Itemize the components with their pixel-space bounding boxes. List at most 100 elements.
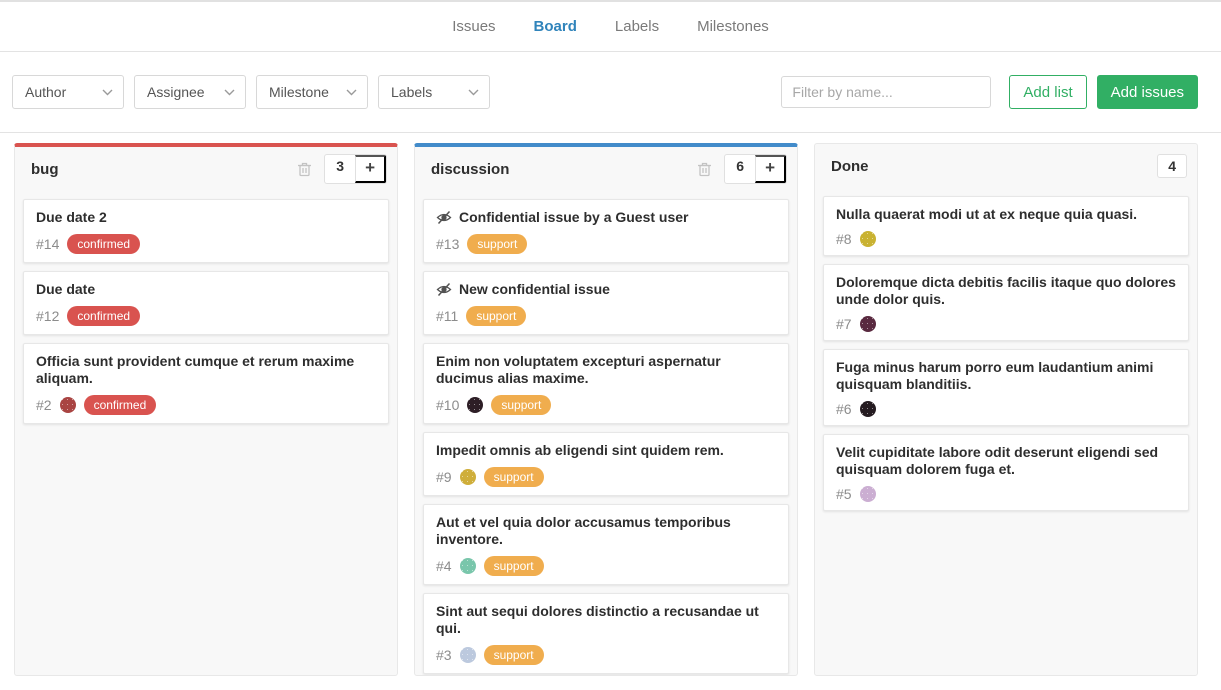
- issue-card[interactable]: Officia sunt provident cumque et rerum m…: [23, 343, 389, 424]
- assignee-avatar[interactable]: [460, 558, 476, 574]
- issue-card[interactable]: Doloremque dicta debitis facilis itaque …: [823, 264, 1189, 341]
- issue-card[interactable]: Fuga minus harum porro eum laudantium an…: [823, 349, 1189, 426]
- issue-number: #9: [436, 469, 452, 485]
- assignee-avatar[interactable]: [460, 647, 476, 663]
- card-meta: #10 support: [436, 395, 776, 415]
- issue-card[interactable]: Due date 2 #14 confirmed: [23, 199, 389, 263]
- card-meta: #6: [836, 401, 1176, 417]
- issue-number: #7: [836, 316, 852, 332]
- issue-number: #4: [436, 558, 452, 574]
- issue-title[interactable]: Nulla quaerat modi ut at ex neque quia q…: [836, 206, 1137, 223]
- milestone-filter-dropdown[interactable]: Milestone: [256, 75, 368, 109]
- list-count: 3: [325, 155, 355, 183]
- issue-title[interactable]: Aut et vel quia dolor accusamus temporib…: [436, 514, 776, 548]
- issue-card[interactable]: Sint aut sequi dolores distinctio a recu…: [423, 593, 789, 674]
- card-meta: #5: [836, 486, 1176, 502]
- card-meta: #8: [836, 231, 1176, 247]
- issue-card[interactable]: Due date #12 confirmed: [23, 271, 389, 335]
- label-badge[interactable]: support: [484, 556, 544, 576]
- list-count-control: 6 +: [724, 154, 787, 184]
- project-tabs: Issues Board Labels Milestones: [0, 0, 1221, 52]
- issue-card[interactable]: New confidential issue #11 support: [423, 271, 789, 335]
- issue-title[interactable]: Velit cupiditate labore odit deserunt el…: [836, 444, 1176, 478]
- issue-number: #6: [836, 401, 852, 417]
- assignee-filter-dropdown[interactable]: Assignee: [134, 75, 246, 109]
- issue-title[interactable]: Due date: [36, 281, 95, 298]
- chevron-down-icon: [224, 89, 235, 96]
- issue-title[interactable]: Due date 2: [36, 209, 107, 226]
- issue-number: #13: [436, 236, 459, 252]
- list-header: discussion 6 +: [415, 147, 797, 191]
- board-list: Done 4 Nulla quaerat modi ut at ex neque…: [814, 143, 1198, 676]
- assignee-avatar[interactable]: [467, 397, 483, 413]
- labels-filter-dropdown[interactable]: Labels: [378, 75, 490, 109]
- card-meta: #4 support: [436, 556, 776, 576]
- add-issues-button[interactable]: Add issues: [1097, 75, 1198, 109]
- add-card-button[interactable]: +: [355, 155, 386, 183]
- list-count-control: 4: [1157, 154, 1187, 178]
- author-filter-label: Author: [25, 84, 66, 100]
- issue-title[interactable]: Doloremque dicta debitis facilis itaque …: [836, 274, 1176, 308]
- issue-number: #12: [36, 308, 59, 324]
- issue-card[interactable]: Impedit omnis ab eligendi sint quidem re…: [423, 432, 789, 496]
- assignee-avatar[interactable]: [60, 397, 76, 413]
- filter-bar: Author Assignee Milestone Labels Add lis…: [0, 52, 1221, 133]
- label-badge[interactable]: confirmed: [67, 306, 140, 326]
- add-list-button[interactable]: Add list: [1009, 75, 1086, 109]
- confidential-icon: [436, 282, 452, 297]
- issue-title[interactable]: New confidential issue: [459, 281, 610, 298]
- issue-title[interactable]: Officia sunt provident cumque et rerum m…: [36, 353, 376, 387]
- issue-card[interactable]: Nulla quaerat modi ut at ex neque quia q…: [823, 196, 1189, 256]
- label-badge[interactable]: support: [484, 467, 544, 487]
- list-count-control: 3 +: [324, 154, 387, 184]
- confidential-icon: [436, 210, 452, 225]
- assignee-avatar[interactable]: [460, 469, 476, 485]
- label-badge[interactable]: support: [491, 395, 551, 415]
- chevron-down-icon: [346, 89, 357, 96]
- delete-list-icon[interactable]: [697, 161, 712, 177]
- filter-by-name-input[interactable]: [781, 76, 991, 108]
- issue-number: #8: [836, 231, 852, 247]
- tab-board[interactable]: Board: [534, 18, 577, 35]
- issue-card[interactable]: Enim non voluptatem excepturi aspernatur…: [423, 343, 789, 424]
- assignee-avatar[interactable]: [860, 316, 876, 332]
- issue-title[interactable]: Confidential issue by a Guest user: [459, 209, 689, 226]
- label-badge[interactable]: confirmed: [67, 234, 140, 254]
- tab-milestones[interactable]: Milestones: [697, 18, 769, 35]
- issue-number: #5: [836, 486, 852, 502]
- issue-number: #10: [436, 397, 459, 413]
- list-count: 4: [1158, 155, 1186, 177]
- label-badge[interactable]: support: [466, 306, 526, 326]
- issue-title[interactable]: Enim non voluptatem excepturi aspernatur…: [436, 353, 776, 387]
- author-filter-dropdown[interactable]: Author: [12, 75, 124, 109]
- list-header: bug 3 +: [15, 147, 397, 191]
- label-badge[interactable]: confirmed: [84, 395, 157, 415]
- card-meta: #13 support: [436, 234, 776, 254]
- assignee-avatar[interactable]: [860, 231, 876, 247]
- milestone-filter-label: Milestone: [269, 84, 329, 100]
- label-badge[interactable]: support: [484, 645, 544, 665]
- list-title: bug: [31, 161, 59, 178]
- label-badge[interactable]: support: [467, 234, 527, 254]
- list-cards: Nulla quaerat modi ut at ex neque quia q…: [815, 188, 1197, 675]
- delete-list-icon[interactable]: [297, 161, 312, 177]
- issue-number: #11: [436, 308, 458, 324]
- issue-card[interactable]: Aut et vel quia dolor accusamus temporib…: [423, 504, 789, 585]
- card-meta: #12 confirmed: [36, 306, 376, 326]
- issue-title[interactable]: Sint aut sequi dolores distinctio a recu…: [436, 603, 776, 637]
- list-cards: Due date 2 #14 confirmed Due date #12 co…: [15, 191, 397, 675]
- board-list: discussion 6 +: [414, 143, 798, 676]
- chevron-down-icon: [102, 89, 113, 96]
- issue-card[interactable]: Confidential issue by a Guest user #13 s…: [423, 199, 789, 263]
- add-card-button[interactable]: +: [755, 155, 786, 183]
- assignee-avatar[interactable]: [860, 401, 876, 417]
- assignee-avatar[interactable]: [860, 486, 876, 502]
- tab-issues[interactable]: Issues: [452, 18, 495, 35]
- card-meta: #3 support: [436, 645, 776, 665]
- issue-title[interactable]: Impedit omnis ab eligendi sint quidem re…: [436, 442, 724, 459]
- tab-labels[interactable]: Labels: [615, 18, 659, 35]
- issue-title[interactable]: Fuga minus harum porro eum laudantium an…: [836, 359, 1176, 393]
- list-count: 6: [725, 155, 755, 183]
- list-title: Done: [831, 158, 869, 175]
- issue-card[interactable]: Velit cupiditate labore odit deserunt el…: [823, 434, 1189, 511]
